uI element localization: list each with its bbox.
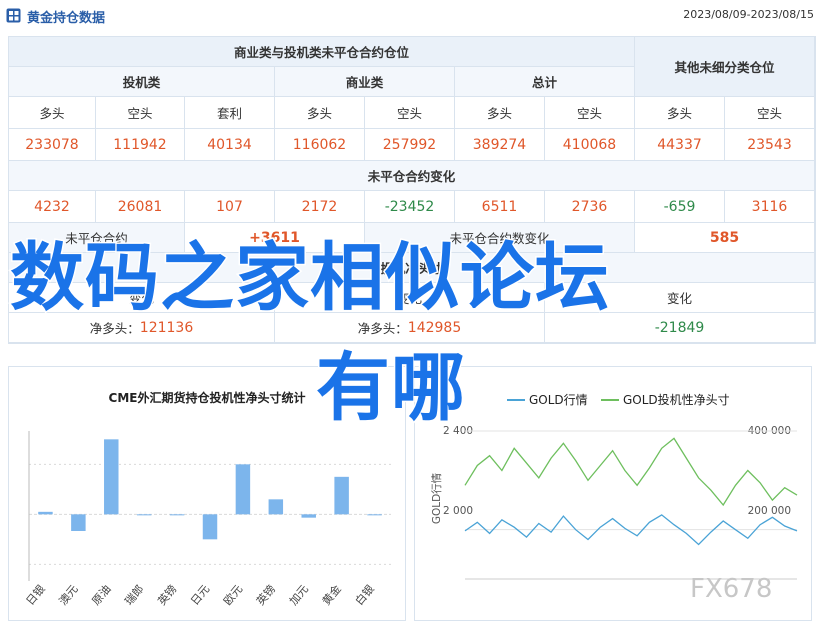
bar-tick-label-6: 欧元: [221, 583, 245, 608]
bar-tick-label-2: 原油: [89, 582, 114, 608]
bar-6: [235, 464, 251, 515]
bar-3: [136, 514, 152, 516]
bar-0: [38, 511, 53, 515]
watermark-line2: 有哪: [315, 344, 467, 433]
value-other-long: 44337: [635, 129, 725, 161]
bar-tick-label-0: 日银: [23, 582, 48, 608]
bar-tick-label-10: 白银: [352, 582, 377, 608]
col-total-short: 空头: [545, 97, 635, 129]
bar-tick-label-8: 加元: [287, 583, 311, 608]
bar-4: [169, 514, 185, 516]
bar-10: [367, 514, 382, 516]
bar-7: [268, 499, 284, 515]
col-comm-long: 多头: [275, 97, 365, 129]
page-title: 黄金持仓数据: [27, 11, 106, 26]
value-comm-long: 116062: [275, 129, 365, 161]
bar-1: [71, 514, 86, 531]
change-other-short: 3116: [725, 191, 815, 223]
value-spec-long: 233078: [9, 129, 96, 161]
col-other-long: 多头: [635, 97, 725, 129]
category-total: 总计: [455, 67, 635, 97]
bar-9: [334, 476, 349, 515]
col-spec-short: 空头: [96, 97, 185, 129]
change-other-long: -659: [635, 191, 725, 223]
value-spec-short: 111942: [96, 129, 185, 161]
col-total-long: 多头: [455, 97, 545, 129]
category-comm: 商业类: [275, 67, 455, 97]
bar-tick-label-1: 澳元: [57, 583, 81, 608]
col-other-short: 空头: [725, 97, 815, 129]
col-spec-long: 多头: [9, 97, 96, 129]
watermark-corner: FX678: [690, 574, 773, 604]
bar-2: [104, 439, 119, 515]
change-header: 未平仓合约变化: [9, 161, 815, 191]
bar-tick-label-3: 瑞郎: [122, 582, 147, 608]
date-range: 2023/08/09-2023/08/15: [683, 8, 814, 21]
bar-5: [202, 514, 218, 540]
bar-tick-label-5: 日元: [188, 583, 212, 608]
group-header-left: 商业类与投机类未平仓合约仓位: [9, 37, 635, 67]
oi-change-value: 585: [635, 223, 815, 253]
series-line-1: [464, 437, 798, 507]
value-total-long: 389274: [455, 129, 545, 161]
bar-tick-label-4: 英镑: [155, 582, 180, 608]
col-comm-short: 空头: [365, 97, 455, 129]
category-spec: 投机类: [9, 67, 275, 97]
value-spec-spread: 40134: [185, 129, 275, 161]
value-other-short: 23543: [725, 129, 815, 161]
col-spec-spread: 套利: [185, 97, 275, 129]
value-comm-short: 257992: [365, 129, 455, 161]
watermark-line1: 数码之家相似论坛: [9, 234, 611, 323]
grid-icon: [6, 8, 21, 23]
bar-tick-label-9: 黄金: [319, 582, 344, 608]
bar-tick-label-7: 英镑: [253, 582, 278, 608]
value-total-short: 410068: [545, 129, 635, 161]
top-bar: 黄金持仓数据 2023/08/09-2023/08/15: [0, 0, 820, 32]
group-header-right: 其他未细分类仓位: [635, 37, 815, 97]
bar-8: [301, 514, 316, 518]
